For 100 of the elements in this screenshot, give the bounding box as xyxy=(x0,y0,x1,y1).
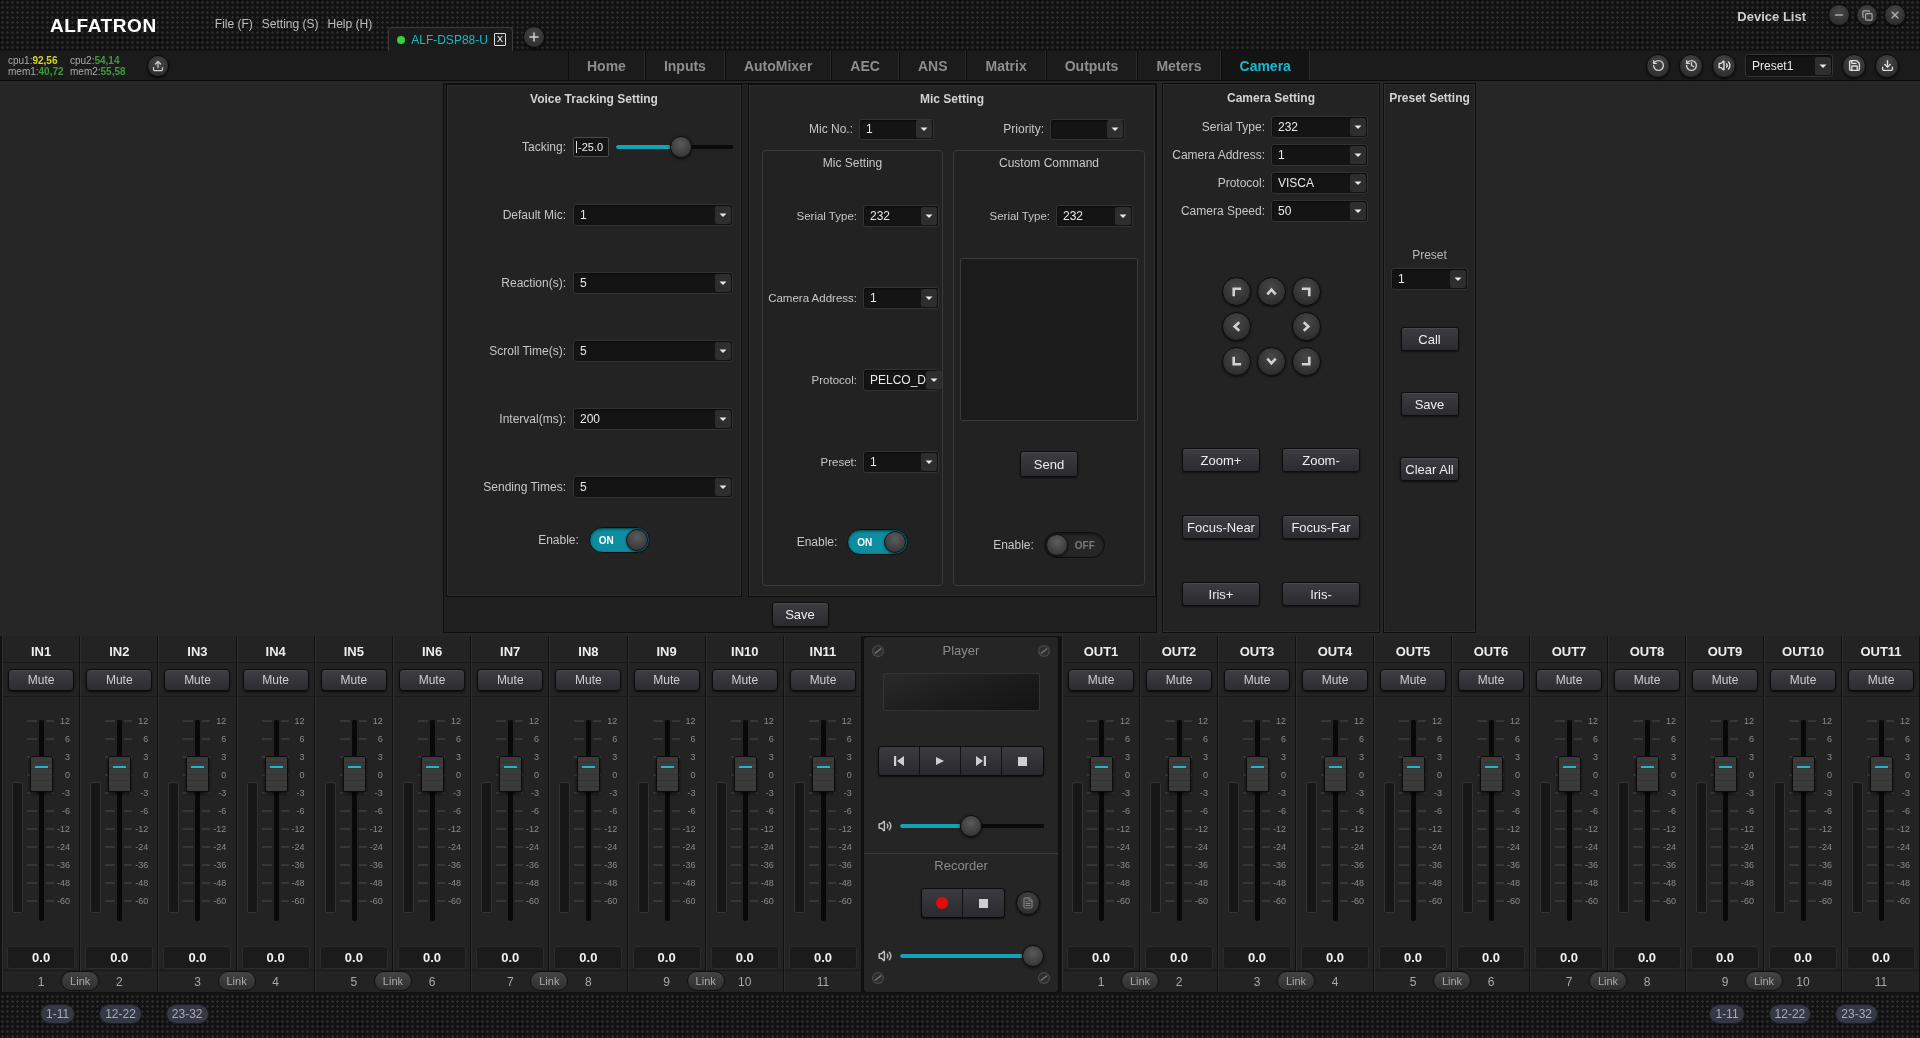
minimize-button[interactable] xyxy=(1828,4,1850,26)
page-button[interactable]: 12-22 xyxy=(99,1004,142,1024)
direction-button[interactable] xyxy=(1291,277,1321,306)
gain-value-field[interactable]: 0.0 xyxy=(476,946,545,969)
link-button[interactable]: Link xyxy=(373,971,412,991)
gain-value-field[interactable]: 0.0 xyxy=(1769,946,1837,969)
camera-button[interactable]: Focus-Near xyxy=(1182,515,1260,539)
device-list-label[interactable]: Device List xyxy=(1737,9,1806,24)
gain-value-field[interactable]: 0.0 xyxy=(554,946,623,969)
fader-thumb[interactable] xyxy=(733,756,757,793)
fader-thumb[interactable] xyxy=(420,756,444,793)
file-button[interactable] xyxy=(1015,891,1040,915)
dropdown[interactable]: 232 xyxy=(1271,116,1368,138)
nav-tab[interactable]: AEC xyxy=(831,51,899,80)
gain-value-field[interactable]: 0.0 xyxy=(398,946,467,969)
gain-value-field[interactable]: 0.0 xyxy=(632,946,701,969)
nav-tab[interactable]: Meters xyxy=(1137,51,1221,80)
fader-thumb[interactable] xyxy=(1480,756,1503,793)
mute-button[interactable]: Mute xyxy=(477,668,544,691)
toggle-switch[interactable]: ON xyxy=(847,529,909,555)
mute-button[interactable]: Mute xyxy=(1224,668,1290,691)
dropdown[interactable]: VISCA xyxy=(1271,172,1368,194)
dropdown[interactable]: PELCO_D xyxy=(863,369,939,391)
fader-thumb[interactable] xyxy=(1246,756,1269,793)
nav-tab[interactable]: Matrix xyxy=(966,51,1046,80)
gain-value-field[interactable]: 0.0 xyxy=(710,946,779,969)
camera-button[interactable]: Zoom+ xyxy=(1182,448,1260,472)
dropdown[interactable]: 1 xyxy=(863,451,939,473)
gain-value-field[interactable]: 0.0 xyxy=(319,946,388,969)
tab-close-button[interactable]: X xyxy=(493,33,506,46)
fader-thumb[interactable] xyxy=(1636,756,1659,793)
save-button[interactable]: Save xyxy=(771,602,829,627)
fader-thumb[interactable] xyxy=(30,756,53,793)
slider-thumb[interactable] xyxy=(1022,945,1045,967)
mute-button[interactable]: Mute xyxy=(1458,668,1524,691)
add-tab-button[interactable] xyxy=(522,26,545,48)
nav-tab[interactable]: ANS xyxy=(898,51,967,80)
gain-value-field[interactable]: 0.0 xyxy=(85,946,154,969)
next-button[interactable] xyxy=(961,747,1002,775)
slider-thumb[interactable] xyxy=(669,136,692,158)
link-button[interactable]: Link xyxy=(217,971,256,991)
previous-button[interactable] xyxy=(879,747,920,775)
send-button[interactable]: Send xyxy=(1020,451,1078,477)
fader-thumb[interactable] xyxy=(499,756,523,793)
mute-button[interactable]: Mute xyxy=(8,668,75,691)
play-button[interactable] xyxy=(920,747,961,775)
stop-button[interactable] xyxy=(962,889,1004,917)
camera-button[interactable]: Zoom- xyxy=(1282,448,1360,472)
gain-value-field[interactable]: 0.0 xyxy=(1535,946,1603,969)
direction-button[interactable] xyxy=(1291,312,1321,341)
preset-button[interactable]: Save xyxy=(1400,392,1459,416)
page-button[interactable]: 1-11 xyxy=(1709,1004,1745,1024)
restore-button[interactable] xyxy=(1856,4,1878,26)
value-input[interactable]: -25.0 xyxy=(573,137,609,157)
direction-button[interactable] xyxy=(1256,277,1286,306)
link-button[interactable]: Link xyxy=(1745,971,1783,991)
dropdown[interactable]: 200 xyxy=(573,408,733,430)
dropdown[interactable]: 1 xyxy=(859,118,934,140)
camera-button[interactable]: Iris- xyxy=(1282,582,1360,606)
preset-button[interactable]: Call xyxy=(1400,327,1459,351)
fader-thumb[interactable] xyxy=(1792,756,1815,793)
fader-thumb[interactable] xyxy=(1558,756,1581,793)
link-button[interactable]: Link xyxy=(686,971,725,991)
dropdown[interactable]: 1 xyxy=(863,287,939,309)
fader-thumb[interactable] xyxy=(655,756,679,793)
dropdown[interactable]: 50 xyxy=(1271,200,1368,222)
download-button[interactable] xyxy=(1875,53,1899,78)
mute-button[interactable]: Mute xyxy=(1536,668,1602,691)
dropdown[interactable]: 1 xyxy=(573,204,733,226)
menu-item[interactable]: Setting (S) xyxy=(261,16,319,31)
mute-button[interactable]: Mute xyxy=(1146,668,1212,691)
page-button[interactable]: 23-32 xyxy=(165,1004,209,1024)
nav-tab[interactable]: Camera xyxy=(1220,51,1310,80)
refresh-button[interactable] xyxy=(1646,53,1670,78)
direction-button[interactable] xyxy=(1221,277,1251,306)
dropdown[interactable]: 232 xyxy=(863,205,939,227)
direction-button[interactable] xyxy=(1291,347,1321,376)
mute-button[interactable]: Mute xyxy=(242,668,309,691)
close-button[interactable] xyxy=(1884,4,1906,26)
nav-tab[interactable]: Outputs xyxy=(1045,51,1138,80)
fader-thumb[interactable] xyxy=(1402,756,1425,793)
link-button[interactable]: Link xyxy=(1277,971,1315,991)
direction-button[interactable] xyxy=(1256,347,1286,376)
mute-button[interactable]: Mute xyxy=(1770,668,1836,691)
nav-tab[interactable]: Inputs xyxy=(644,51,725,80)
device-tab[interactable]: ALF-DSP88-U X xyxy=(388,27,513,51)
mute-button[interactable]: Mute xyxy=(320,668,387,691)
page-button[interactable]: 1-11 xyxy=(40,1004,76,1024)
dropdown[interactable]: 1 xyxy=(1391,268,1468,290)
preset-button[interactable]: Clear All xyxy=(1400,457,1459,481)
link-button[interactable]: Link xyxy=(530,971,569,991)
mute-button[interactable]: Mute xyxy=(1614,668,1680,691)
mute-button[interactable]: Mute xyxy=(555,668,622,691)
mute-button[interactable]: Mute xyxy=(789,668,856,691)
gain-value-field[interactable]: 0.0 xyxy=(163,946,232,969)
nav-tab[interactable]: AutoMixer xyxy=(724,51,832,80)
save-button[interactable] xyxy=(1842,53,1866,78)
mute-button[interactable]: Mute xyxy=(399,668,466,691)
fader-thumb[interactable] xyxy=(342,756,366,793)
fader-thumb[interactable] xyxy=(811,756,835,793)
